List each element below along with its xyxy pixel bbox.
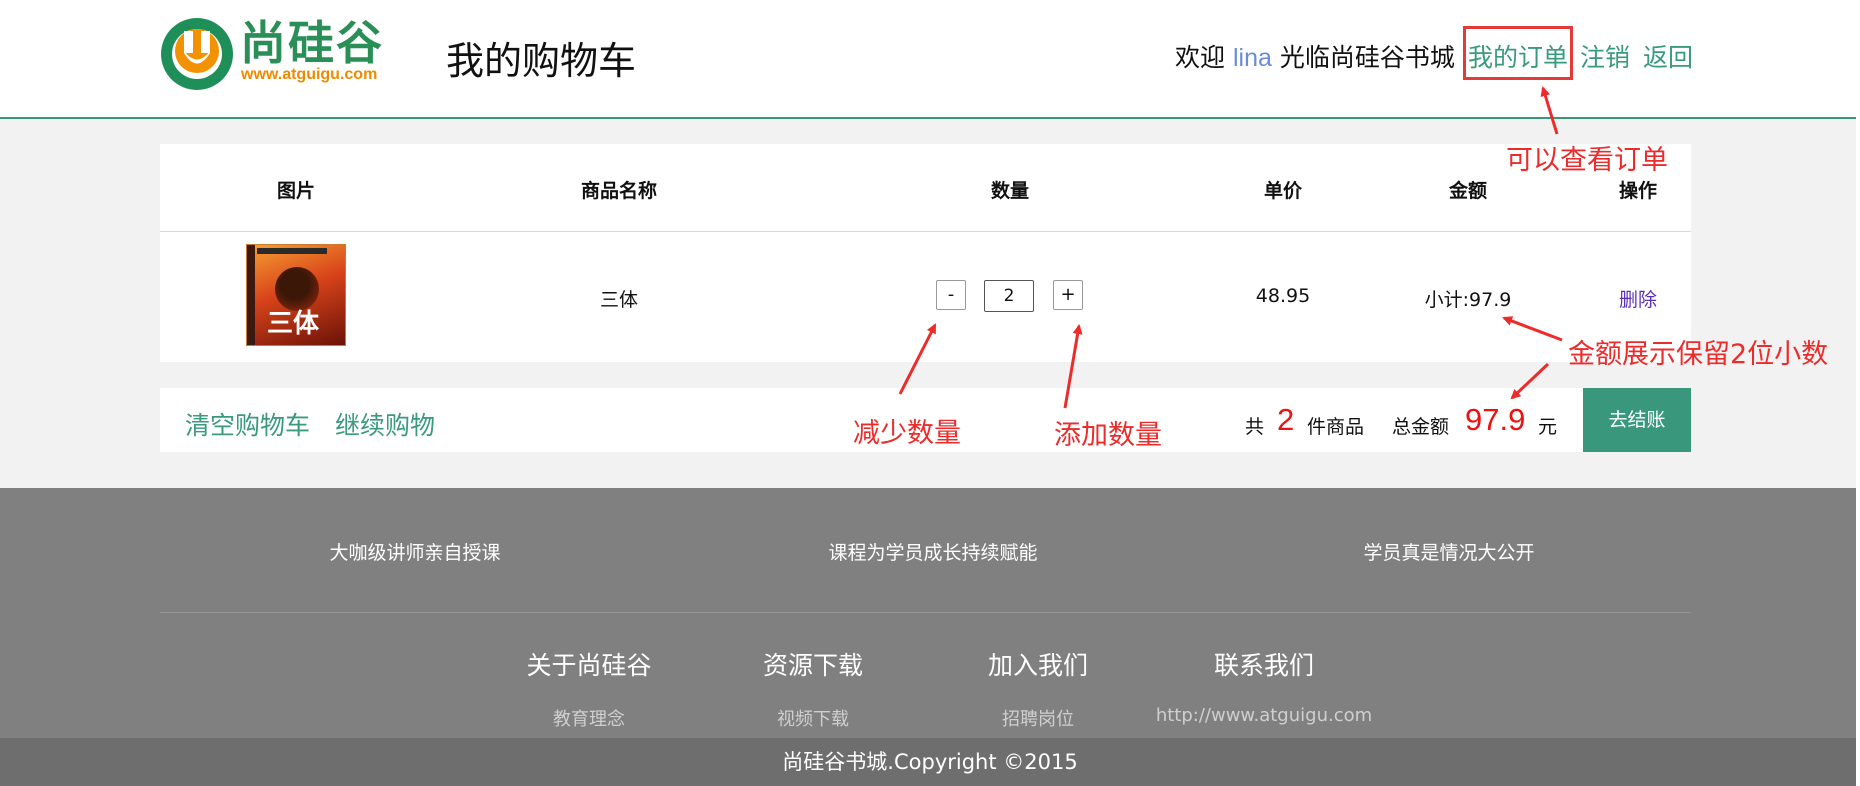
welcome-prefix: 欢迎 [1175,43,1226,72]
page-title: 我的购物车 [446,39,637,83]
currency-unit: 元 [1538,416,1558,438]
annotation-amount-format: 金额展示保留2位小数 [1568,339,1829,370]
footer-link-website[interactable]: http://www.atguigu.com [1156,705,1372,726]
column-header-amount: 金额 [1448,180,1488,202]
annotation-view-orders: 可以查看订单 [1506,145,1668,176]
logo-url: www.atguigu.com [241,66,378,83]
item-count-prefix: 共 [1245,416,1265,438]
book-cover-image[interactable]: 三体 [246,244,346,346]
annotation-decrease-quantity: 减少数量 [853,418,961,449]
cart-table-header: 图片 商品名称 数量 单价 金额 操作 [160,144,1691,232]
site-logo[interactable]: 尚硅谷 www.atguigu.com [160,14,405,94]
decrease-quantity-button[interactable]: - [936,280,966,310]
footer-link-philosophy[interactable]: 教育理念 [553,705,625,731]
logout-link[interactable]: 注销 [1580,38,1630,74]
cart-table: 图片 商品名称 数量 单价 金额 操作 三体 三体 - 2 + 48.95 小计… [160,144,1691,362]
footer-divider [160,612,1691,613]
increase-quantity-button[interactable]: + [1053,280,1083,310]
annotation-increase-quantity: 添加数量 [1054,420,1162,451]
column-header-quantity: 数量 [990,180,1030,202]
welcome-suffix: 光临尚硅谷书城 [1279,43,1455,72]
footer-nav-downloads[interactable]: 资源下载 [763,646,863,682]
book-banner [257,248,327,254]
back-link[interactable]: 返回 [1643,38,1693,74]
total-label: 总金额 [1392,416,1450,438]
column-header-price: 单价 [1263,180,1303,202]
page-edge [1856,0,1860,786]
copyright-bar: 尚硅谷书城.Copyright ©2015 [0,738,1860,786]
logo-text: 尚硅谷 [240,16,384,70]
continue-shopping-link[interactable]: 继续购物 [335,406,435,442]
unit-price: 48.95 [1255,285,1311,307]
welcome-message: 欢迎 lina 光临尚硅谷书城 [1175,38,1455,74]
delete-item-link[interactable]: 删除 [1619,285,1657,312]
product-name: 三体 [599,289,639,311]
footer-tagline: 学员真是情况大公开 [1363,542,1535,564]
logo-u-icon [161,18,233,90]
quantity-input[interactable]: 2 [984,280,1034,312]
item-subtotal: 小计:97.9 [1424,289,1512,311]
item-count: 2 [1277,402,1295,437]
column-header-image: 图片 [276,180,316,202]
footer-tagline: 课程为学员成长持续赋能 [828,542,1038,564]
book-sphere [275,267,319,311]
page-footer: 大咖级讲师亲自授课 课程为学员成长持续赋能 学员真是情况大公开 关于尚硅谷 资源… [0,488,1860,738]
item-count-suffix: 件商品 [1307,416,1365,438]
my-orders-link[interactable]: 我的订单 [1468,38,1568,74]
column-header-action: 操作 [1618,180,1658,202]
total-amount: 97.9 [1465,402,1526,437]
book-cover-title: 三体 [267,309,320,339]
footer-tagline: 大咖级讲师亲自授课 [329,542,501,564]
book-spine [247,245,255,345]
footer-link-video-downloads[interactable]: 视频下载 [777,705,849,731]
footer-nav-join[interactable]: 加入我们 [988,646,1088,682]
footer-link-jobs[interactable]: 招聘岗位 [1002,705,1074,731]
username: lina [1232,44,1272,72]
footer-nav-about[interactable]: 关于尚硅谷 [526,646,651,682]
checkout-button[interactable]: 去结账 [1583,388,1691,452]
page-header: 尚硅谷 www.atguigu.com 我的购物车 欢迎 lina 光临尚硅谷书… [0,0,1856,119]
clear-cart-link[interactable]: 清空购物车 [185,406,310,442]
column-header-name: 商品名称 [580,180,658,202]
footer-nav-contact[interactable]: 联系我们 [1214,646,1314,682]
